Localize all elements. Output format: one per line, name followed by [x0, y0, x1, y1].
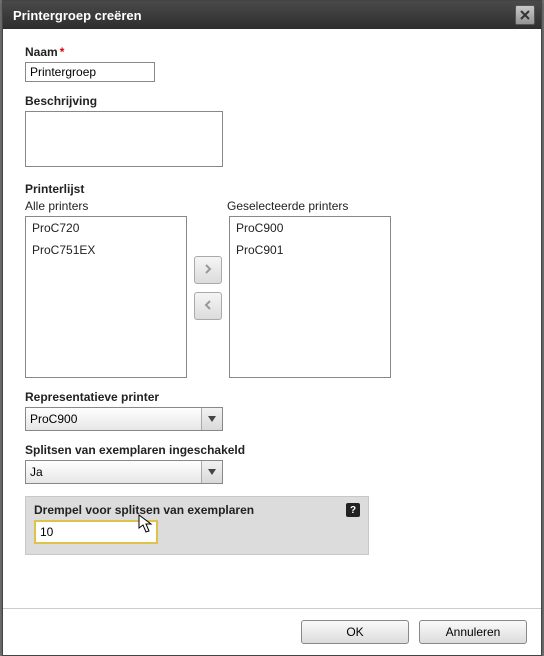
name-input[interactable] [25, 62, 155, 82]
selected-printers-label: Geselecteerde printers [227, 199, 348, 213]
dialog-title: Printergroep creëren [13, 8, 142, 23]
name-label: Naam* [25, 45, 519, 59]
ok-button[interactable]: OK [301, 620, 409, 644]
list-item[interactable]: ProC900 [230, 217, 390, 239]
all-printers-label: Alle printers [25, 199, 185, 213]
create-printer-group-dialog: Printergroep creëren Naam* Beschrijving … [2, 0, 542, 656]
description-input[interactable] [25, 111, 223, 167]
chevron-right-icon [203, 263, 213, 277]
threshold-label: Drempel voor splitsen van exemplaren [34, 503, 360, 517]
printerlist-label: Printerlijst [25, 182, 519, 196]
representative-printer-label: Representatieve printer [25, 390, 519, 404]
representative-printer-select[interactable]: ProC900 [25, 407, 223, 431]
dialog-footer: OK Annuleren [3, 608, 541, 655]
help-icon[interactable]: ? [346, 503, 360, 517]
selected-printers-listbox[interactable]: ProC900ProC901 [229, 216, 391, 378]
description-label: Beschrijving [25, 94, 519, 108]
close-icon [520, 8, 530, 23]
chevron-left-icon [203, 299, 213, 313]
move-left-button[interactable] [194, 292, 222, 320]
move-right-button[interactable] [194, 256, 222, 284]
name-label-text: Naam [25, 45, 58, 59]
all-printers-listbox[interactable]: ProC720ProC751EX [25, 216, 187, 378]
close-button[interactable] [515, 5, 535, 25]
required-asterisk: * [60, 45, 65, 59]
split-copies-select[interactable]: Ja [25, 460, 223, 484]
split-copies-label: Splitsen van exemplaren ingeschakeld [25, 443, 519, 457]
list-item[interactable]: ProC901 [230, 239, 390, 261]
threshold-input[interactable] [34, 520, 158, 544]
threshold-section: Drempel voor splitsen van exemplaren ? [25, 496, 369, 555]
dialog-content: Naam* Beschrijving Printerlijst Alle pri… [3, 29, 541, 608]
list-item[interactable]: ProC720 [26, 217, 186, 239]
list-item[interactable]: ProC751EX [26, 239, 186, 261]
titlebar: Printergroep creëren [3, 1, 541, 29]
cancel-button[interactable]: Annuleren [419, 620, 527, 644]
